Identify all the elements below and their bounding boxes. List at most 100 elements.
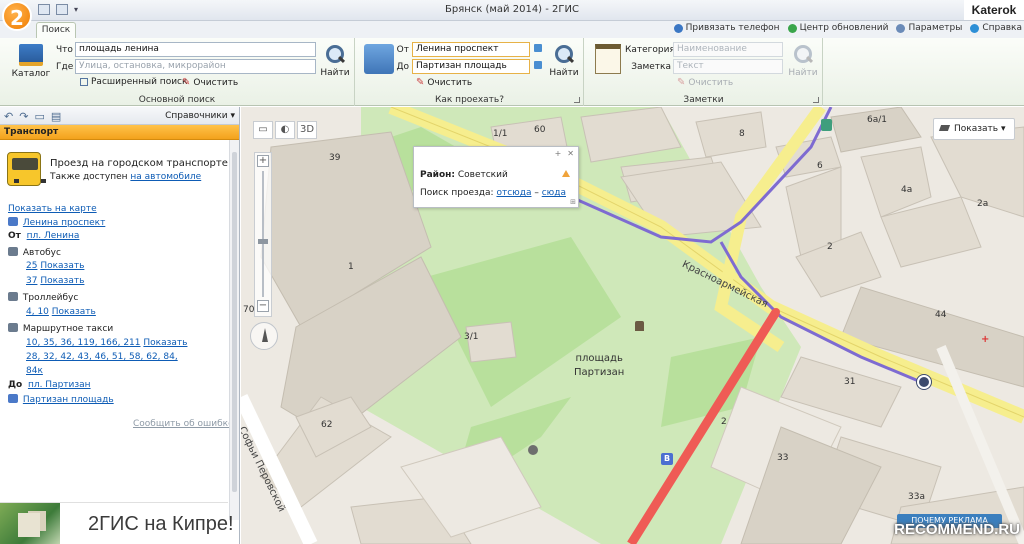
- pin-icon[interactable]: +: [555, 149, 562, 158]
- search-icon: [792, 44, 814, 66]
- link-settings[interactable]: Параметры: [896, 23, 962, 33]
- catalog-button[interactable]: Каталог: [10, 44, 52, 79]
- map-canvas[interactable]: [241, 107, 1024, 544]
- zoom-thumb[interactable]: [258, 239, 268, 244]
- note-label: Заметка: [631, 62, 671, 72]
- house-number: 62: [321, 420, 333, 430]
- window-title: Брянск (май 2014) - 2ГИС: [445, 4, 579, 15]
- watermark: RECOMMEND.RU: [894, 521, 1020, 538]
- route-end-marker[interactable]: B: [661, 453, 673, 465]
- taxi-row: Маршрутное такси: [8, 323, 113, 334]
- zoom-out-button[interactable]: −: [257, 300, 269, 312]
- tab-search[interactable]: Поиск: [36, 22, 76, 39]
- bus-icon: [7, 152, 46, 186]
- find-button-route[interactable]: Найти: [549, 44, 579, 78]
- ruler-icon[interactable]: ▭: [253, 121, 273, 139]
- clear-button-route[interactable]: ✎ Очистить: [416, 77, 472, 88]
- link-help[interactable]: Справка: [970, 23, 1022, 33]
- building: [830, 107, 922, 153]
- trolley-routes: 4, 10 Показать: [26, 307, 96, 317]
- bus-stop-marker[interactable]: [917, 375, 931, 389]
- mode-3d-button[interactable]: 3D: [297, 121, 317, 139]
- group-expand-icon[interactable]: [574, 97, 580, 103]
- taxi-routes-3[interactable]: 84к: [26, 366, 43, 376]
- note-input[interactable]: Текст: [673, 59, 783, 74]
- also-available: Также доступен на автомобиле: [50, 172, 202, 182]
- map-view[interactable]: ▭ ◐ 3D + − Показать ▾ + ✕ Район: Советск…: [241, 107, 1024, 544]
- building: [695, 111, 767, 158]
- route-to-link[interactable]: сюда: [542, 188, 566, 198]
- taxi-routes-2[interactable]: 28, 32, 42, 43, 46, 51, 58, 62, 84,: [26, 352, 178, 362]
- group-expand-icon[interactable]: [813, 97, 819, 103]
- save-icon[interactable]: ▭: [34, 110, 44, 123]
- category-label: Категория: [625, 45, 675, 55]
- to-stop-link[interactable]: пл. Партизан: [28, 380, 91, 390]
- directories-dropdown[interactable]: Справочники ▾: [165, 111, 235, 121]
- group-basic-search: Каталог Что площадь ленина Где Улица, ос…: [0, 38, 355, 106]
- to-row: До пл. Партизан: [8, 380, 91, 390]
- taxi-routes-1: 10, 35, 36, 119, 166, 211 Показать: [26, 338, 188, 348]
- phone-icon: [673, 23, 683, 33]
- ad-text: 2ГИС на Кипре!: [88, 513, 234, 535]
- ribbon: Каталог Что площадь ленина Где Улица, ос…: [0, 38, 1024, 106]
- to-label: До: [396, 62, 409, 72]
- link-bind-phone[interactable]: Привязать телефон: [673, 23, 780, 33]
- bus-stop-icon[interactable]: [821, 119, 832, 131]
- route-point: [772, 308, 780, 316]
- swap-top-icon[interactable]: [534, 44, 542, 52]
- zoom-track[interactable]: [262, 171, 264, 297]
- search-icon: [324, 44, 346, 66]
- warning-icon: [562, 170, 570, 177]
- clear-button-notes[interactable]: ✎ Очистить: [677, 77, 733, 88]
- refresh-icon: [787, 23, 797, 33]
- by-car-link[interactable]: на автомобиле: [130, 172, 201, 182]
- stop-icon: [8, 217, 18, 226]
- print-icon[interactable]: ▤: [51, 110, 61, 123]
- stop-icon: [8, 394, 18, 403]
- zoom-in-button[interactable]: +: [257, 155, 269, 167]
- close-icon[interactable]: ✕: [567, 149, 574, 158]
- house-number: 31: [844, 377, 856, 387]
- house-number: 2: [721, 417, 727, 427]
- link-update-center[interactable]: Центр обновлений: [787, 23, 888, 33]
- what-input[interactable]: площадь ленина: [75, 42, 316, 57]
- top-links: Привязать телефон Центр обновлений Парам…: [673, 23, 1022, 33]
- museum-icon[interactable]: [528, 445, 538, 455]
- category-select[interactable]: Наименование: [673, 42, 783, 57]
- find-button-notes[interactable]: Найти: [788, 44, 818, 78]
- house-number: 39: [329, 153, 341, 163]
- route-from-link[interactable]: отсюда: [496, 188, 531, 198]
- where-label: Где: [56, 62, 74, 72]
- zoom-control[interactable]: + −: [254, 152, 272, 317]
- hospital-icon[interactable]: +: [981, 334, 989, 345]
- find-button-basic[interactable]: Найти: [320, 44, 350, 78]
- to-input[interactable]: Партизан площадь: [412, 59, 530, 74]
- left-panel-toolbar: ↶ ↷ ▭ ▤ Справочники ▾: [0, 107, 239, 125]
- house-number: 4а: [901, 185, 913, 195]
- district-popup: + ✕ Район: Советский Поиск проезда: отсю…: [413, 146, 579, 208]
- house-number: 2: [827, 242, 833, 252]
- layers-icon[interactable]: ◐: [275, 121, 295, 139]
- clear-button-basic[interactable]: ✎ Очистить: [182, 77, 238, 88]
- search-icon: [553, 44, 575, 66]
- report-error-link[interactable]: Сообщить об ошибке: [133, 419, 234, 429]
- back-icon[interactable]: ↶: [4, 110, 13, 123]
- ad-banner[interactable]: 2ГИС на Кипре!: [0, 502, 234, 544]
- from-stop-link[interactable]: пл. Ленина: [27, 231, 80, 241]
- from-input[interactable]: Ленина проспект: [412, 42, 530, 57]
- resize-grip-icon[interactable]: ⊞: [570, 198, 576, 206]
- trolley-row: Троллейбус: [8, 292, 78, 303]
- show-layers-button[interactable]: Показать ▾: [933, 118, 1015, 140]
- app-logo[interactable]: 2: [2, 1, 32, 31]
- show-on-map-link[interactable]: Показать на карте: [8, 204, 97, 214]
- compass-icon[interactable]: [250, 322, 278, 350]
- house-number: 70: [243, 305, 255, 315]
- where-input[interactable]: Улица, остановка, микрорайон: [75, 59, 316, 74]
- group-route: От Ленина проспект До Партизан площадь Н…: [356, 38, 584, 106]
- left-panel-scrollbar[interactable]: [229, 140, 239, 520]
- forward-icon[interactable]: ↷: [19, 110, 28, 123]
- building: [860, 146, 932, 218]
- advanced-search-button[interactable]: Расширенный поиск: [80, 77, 187, 87]
- swap-bottom-icon[interactable]: [534, 61, 542, 69]
- monument-icon[interactable]: [635, 321, 644, 331]
